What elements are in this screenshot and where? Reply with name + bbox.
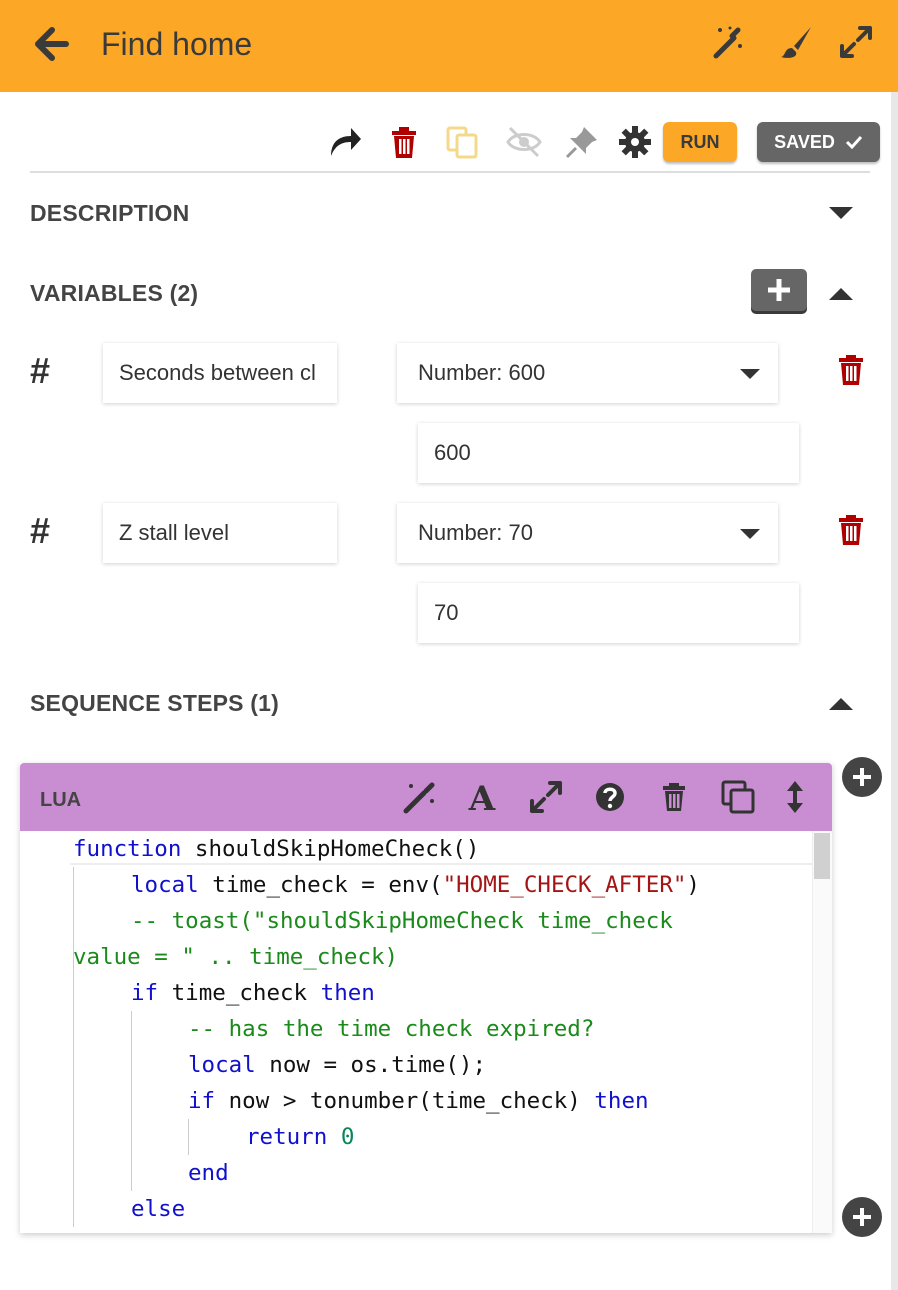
code-line: else [131, 1191, 185, 1227]
number-icon: # [30, 510, 51, 551]
code-token: else [131, 1196, 186, 1222]
trash-icon[interactable] [656, 779, 692, 815]
arrow-left-icon[interactable] [32, 24, 72, 64]
question-circle-icon[interactable] [592, 779, 628, 815]
run-button[interactable]: RUN [663, 122, 737, 162]
number-icon: # [30, 350, 51, 391]
code-token: -- has the time check expired? [188, 1016, 595, 1042]
code-token: if [131, 980, 159, 1006]
expand-icon[interactable] [838, 24, 874, 60]
lua-step: LUA A function shouldSkipHomeCheck() loc… [20, 763, 832, 1233]
variable-type-value: Number: 600 [418, 360, 546, 385]
code-token: "HOME_CHECK_AFTER" [442, 872, 687, 898]
add-step-button[interactable] [842, 1197, 882, 1237]
variable-type-select[interactable]: Number: 70 [397, 503, 778, 563]
code-scrollbar[interactable] [812, 831, 832, 1233]
code-line: -- toast("shouldSkipHomeCheck time_check [131, 903, 673, 939]
code-scrollbar-thumb[interactable] [814, 833, 830, 879]
arrows-vertical-icon[interactable] [777, 779, 813, 815]
trash-icon[interactable] [836, 514, 866, 546]
expand-icon[interactable] [528, 779, 564, 815]
lua-step-header: LUA A [20, 763, 832, 831]
code-line: value = " .. time_check) [73, 939, 398, 975]
redo-icon[interactable] [327, 124, 363, 160]
code-line: local time_check = env("HOME_CHECK_AFTER… [131, 867, 700, 903]
eye-slash-icon[interactable] [506, 124, 542, 160]
code-token: time_check [158, 980, 321, 1006]
code-token: end [188, 1160, 229, 1186]
trash-icon[interactable] [836, 354, 866, 386]
code-token: now > tonumber(time_check) [215, 1088, 595, 1114]
font-icon[interactable]: A [464, 779, 500, 815]
plus-icon [768, 279, 790, 301]
code-token: -- toast("shouldSkipHomeCheck time_check [131, 908, 673, 934]
code-line: return 0 [246, 1119, 354, 1155]
variable-type-value: Number: 70 [418, 520, 533, 545]
code-token: if [188, 1088, 216, 1114]
code-line: if now > tonumber(time_check) then [188, 1083, 649, 1119]
add-step-button[interactable] [842, 757, 882, 797]
chevron-up-icon[interactable] [829, 288, 853, 300]
variable-value-input[interactable]: 600 [418, 423, 799, 483]
variables-title[interactable]: VARIABLES (2) [30, 280, 198, 307]
code-token: 0 [340, 1124, 355, 1150]
variable-value-input[interactable]: 70 [418, 583, 799, 643]
variable-label-input[interactable]: Seconds between cl [103, 343, 337, 403]
code-line: -- has the time check expired? [188, 1011, 594, 1047]
pin-icon[interactable] [564, 124, 600, 160]
variable-label-input[interactable]: Z stall level [103, 503, 337, 563]
plus-icon [853, 768, 871, 786]
code-token: then [594, 1088, 649, 1114]
code-token: return [246, 1124, 328, 1150]
magic-wand-icon[interactable] [402, 779, 438, 815]
plus-icon [853, 1208, 871, 1226]
indent-guide [131, 1011, 132, 1191]
code-line: local now = os.time(); [188, 1047, 486, 1083]
code-token: function [73, 836, 182, 862]
step-type-label: LUA [40, 789, 82, 811]
page-scrollbar[interactable] [891, 92, 898, 1290]
description-title[interactable]: DESCRIPTION [30, 200, 189, 227]
code-editor[interactable]: function shouldSkipHomeCheck() local time… [20, 831, 832, 1233]
clone-icon[interactable] [720, 779, 756, 815]
paintbrush-icon[interactable] [778, 24, 814, 60]
code-token: local [188, 1052, 256, 1078]
code-token: shouldSkipHomeCheck() [181, 836, 480, 862]
code-line: if time_check then [131, 975, 375, 1011]
page-title: Find home [101, 26, 253, 62]
code-token: now = os.time(); [255, 1052, 487, 1078]
code-token: time_check = env( [198, 872, 443, 898]
chevron-down-icon [740, 529, 760, 539]
trash-icon[interactable] [386, 124, 422, 160]
indent-guide [73, 867, 74, 1227]
top-bar: Find home [0, 0, 898, 92]
divider [30, 171, 870, 173]
magic-wand-icon[interactable] [710, 24, 746, 60]
copy-icon[interactable] [444, 124, 480, 160]
add-variable-button[interactable] [751, 269, 807, 311]
code-token: then [320, 980, 375, 1006]
indent-guide [188, 1119, 189, 1155]
check-icon [845, 135, 862, 149]
sequence-steps-title[interactable]: SEQUENCE STEPS (1) [30, 690, 279, 717]
code-token: local [131, 872, 199, 898]
saved-button-label: SAVED [774, 131, 835, 152]
chevron-down-icon[interactable] [829, 207, 853, 219]
code-token: value = " .. time_check) [73, 944, 399, 970]
chevron-down-icon [740, 369, 760, 379]
code-line: function shouldSkipHomeCheck() [73, 831, 479, 867]
saved-button[interactable]: SAVED [757, 122, 880, 162]
chevron-up-icon[interactable] [829, 698, 853, 710]
svg-text:A: A [468, 779, 496, 815]
gear-icon[interactable] [617, 124, 653, 160]
variable-type-select[interactable]: Number: 600 [397, 343, 778, 403]
code-token: ) [686, 872, 700, 898]
code-line: end [188, 1155, 229, 1191]
